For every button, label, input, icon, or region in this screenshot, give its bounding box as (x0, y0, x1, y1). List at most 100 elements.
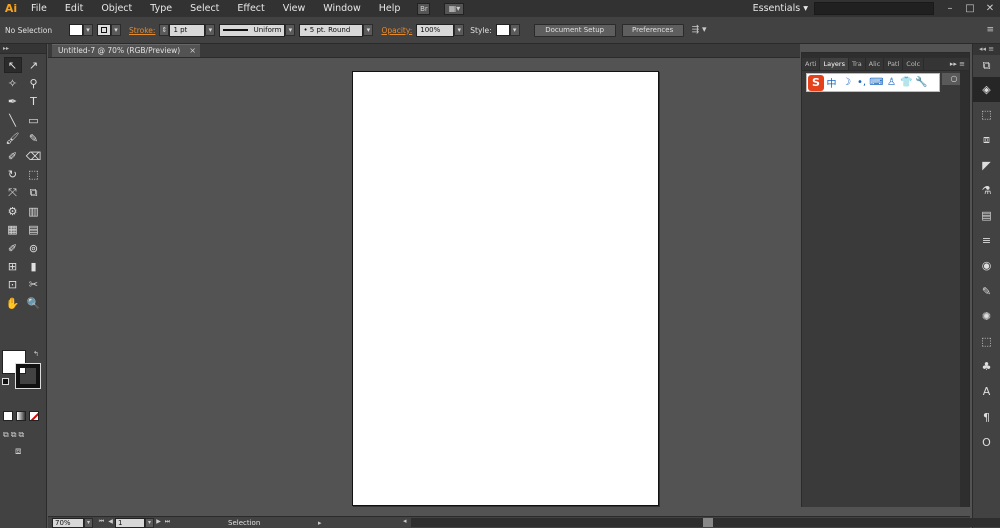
stroke-panel-icon[interactable]: ≡ (973, 228, 1000, 253)
ime-keyboard-icon[interactable]: ⌨ (869, 77, 884, 88)
brushes-panel-icon[interactable]: ✎ (973, 279, 1000, 304)
ime-user-icon[interactable]: ♙ (884, 77, 899, 88)
tools-panel-header[interactable]: ▸▸ (0, 44, 46, 54)
stroke-weight-dropdown[interactable]: ▾ (205, 24, 216, 36)
tab-layers[interactable]: Layers (820, 58, 849, 70)
minimize-button[interactable]: – (940, 0, 960, 17)
line-tool-icon[interactable]: ╲ (4, 112, 22, 128)
default-colors-icon[interactable] (2, 378, 9, 385)
zoom-tool-icon[interactable]: 🔍 (25, 295, 43, 311)
ime-tools-icon[interactable]: 🔧 (914, 77, 929, 88)
swap-fill-stroke-icon[interactable]: ↰ (33, 350, 39, 358)
transform-panel-icon[interactable]: ⬚ (973, 102, 1000, 127)
panel-options-icon[interactable]: ▸▸ ≡ (946, 58, 969, 70)
blend-tool-icon[interactable]: ⊚ (25, 240, 43, 256)
symbol-sprayer-tool-icon[interactable]: ⚙ (4, 204, 22, 220)
blob-brush-tool-icon[interactable]: ✐ (4, 149, 22, 165)
free-transform-tool-icon[interactable]: ⧉ (25, 185, 43, 201)
scroll-left-icon[interactable]: ◂ (403, 517, 407, 525)
brush-definition[interactable]: • 5 pt. Round (299, 23, 364, 37)
opentype-panel-icon[interactable]: O (973, 430, 1000, 455)
fill-swatch[interactable] (69, 24, 83, 36)
stroke-dropdown[interactable]: ▾ (111, 24, 121, 36)
ime-moon-icon[interactable]: ☽ (839, 77, 854, 88)
symbols-panel-icon[interactable]: ✺ (973, 304, 1000, 329)
mesh-tool-icon[interactable]: ▦ (4, 222, 22, 238)
preferences-button[interactable]: Preferences (621, 23, 684, 37)
menu-effect[interactable]: Effect (228, 0, 273, 17)
color-mode-button[interactable] (3, 411, 13, 421)
screen-mode-icon[interactable]: ⧈ (15, 446, 21, 457)
artboard-tool-icon[interactable]: ⊡ (4, 277, 22, 293)
stroke-weight-stepper[interactable]: ⇕ (159, 24, 170, 36)
column-graph-tool-icon[interactable]: ▥ (25, 204, 43, 220)
panel-menu-icon[interactable]: ≡ (986, 25, 994, 35)
gradient-panel-icon[interactable]: ▤ (973, 203, 1000, 228)
artboard[interactable] (352, 71, 659, 506)
draw-behind-icon[interactable]: ⧉ (11, 430, 17, 440)
width-tool-icon[interactable]: ⤧ (4, 185, 22, 201)
dock-expand-icon[interactable]: ◂◂ ≡ (973, 44, 1000, 55)
variable-width-profile[interactable]: Uniform (219, 23, 286, 37)
tab-color[interactable]: Colc (903, 58, 925, 70)
document-tab[interactable]: Untitled-7 @ 70% (RGB/Preview) × (52, 44, 200, 57)
zoom-dropdown[interactable]: ▾ (84, 517, 93, 528)
pathfinder-panel-icon[interactable]: ⧈ (973, 127, 1000, 152)
align-panel-icon[interactable]: ◤ (973, 153, 1000, 178)
tab-pathfinder[interactable]: Patl (884, 58, 904, 70)
draw-inside-icon[interactable]: ⧉ (18, 430, 24, 440)
style-swatch[interactable] (495, 24, 510, 36)
opacity-dropdown[interactable]: ▾ (454, 24, 465, 36)
type-tool-icon[interactable]: T (25, 94, 43, 110)
stroke-label[interactable]: Stroke: (129, 26, 155, 35)
menu-object[interactable]: Object (92, 0, 141, 17)
draw-normal-icon[interactable]: ⧉ (3, 430, 9, 440)
align-options-icon[interactable]: ⇶ ▾ (692, 25, 707, 35)
gradient-mode-button[interactable] (16, 411, 26, 421)
document-setup-button[interactable]: Document Setup (533, 23, 616, 37)
menu-help[interactable]: Help (370, 0, 410, 17)
menu-window[interactable]: Window (314, 0, 369, 17)
pen-tool-icon[interactable]: ✒ (4, 94, 22, 110)
appearance-panel-icon[interactable]: ⚗ (973, 178, 1000, 203)
none-mode-button[interactable] (29, 411, 39, 421)
last-artboard-button[interactable]: ⏭ (163, 518, 172, 528)
artboard-dropdown[interactable]: ▾ (145, 517, 154, 528)
maximize-button[interactable]: □ (960, 0, 980, 17)
arrange-documents-icon[interactable]: ▦▾ (444, 2, 465, 15)
workspace-switcher[interactable]: Essentials ▾ (753, 3, 814, 14)
direct-selection-tool-icon[interactable]: ↗ (25, 57, 43, 73)
gradient-tool-icon[interactable]: ▤ (25, 222, 43, 238)
paintbrush-tool-icon[interactable]: 🖌 (4, 130, 22, 146)
opacity-field[interactable]: 100% (416, 23, 455, 37)
status-menu-icon[interactable]: ▸ (318, 519, 322, 527)
live-paint-tool-icon[interactable]: ⊞ (4, 258, 22, 274)
tab-align[interactable]: Alic (866, 58, 885, 70)
close-button[interactable]: ✕ (980, 0, 1000, 17)
menu-select[interactable]: Select (181, 0, 228, 17)
stroke-weight-field[interactable]: 1 pt (169, 23, 206, 37)
layers-scrollbar[interactable] (960, 71, 969, 507)
menu-view[interactable]: View (274, 0, 315, 17)
first-artboard-button[interactable]: ⏮ (97, 518, 106, 528)
pencil-tool-icon[interactable]: ✎ (25, 130, 43, 146)
ime-skin-icon[interactable]: 👕 (899, 77, 914, 88)
horizontal-scroll-thumb[interactable] (703, 518, 713, 527)
ime-chinese-icon[interactable]: 中 (824, 75, 839, 90)
menu-type[interactable]: Type (141, 0, 181, 17)
horizontal-scrollbar[interactable] (411, 518, 1000, 527)
transparency-panel-icon[interactable]: ◉ (973, 253, 1000, 278)
zoom-field[interactable]: 70% (52, 517, 84, 528)
brush-dropdown[interactable]: ▾ (363, 24, 374, 36)
bridge-icon[interactable]: Br (417, 2, 431, 15)
next-artboard-button[interactable]: ▶ (154, 518, 163, 528)
tab-artboards[interactable]: Arti (802, 58, 821, 70)
stroke-swatch[interactable] (97, 24, 111, 36)
hand-tool-icon[interactable]: ✋ (4, 295, 22, 311)
ime-logo-icon[interactable]: S (808, 74, 824, 91)
rotate-tool-icon[interactable]: ↻ (4, 167, 22, 183)
scale-tool-icon[interactable]: ⬚ (25, 167, 43, 183)
menu-edit[interactable]: Edit (56, 0, 92, 17)
eraser-tool-icon[interactable]: ⌫ (25, 149, 43, 165)
graphic-styles-panel-icon[interactable]: ⬚ (973, 329, 1000, 354)
